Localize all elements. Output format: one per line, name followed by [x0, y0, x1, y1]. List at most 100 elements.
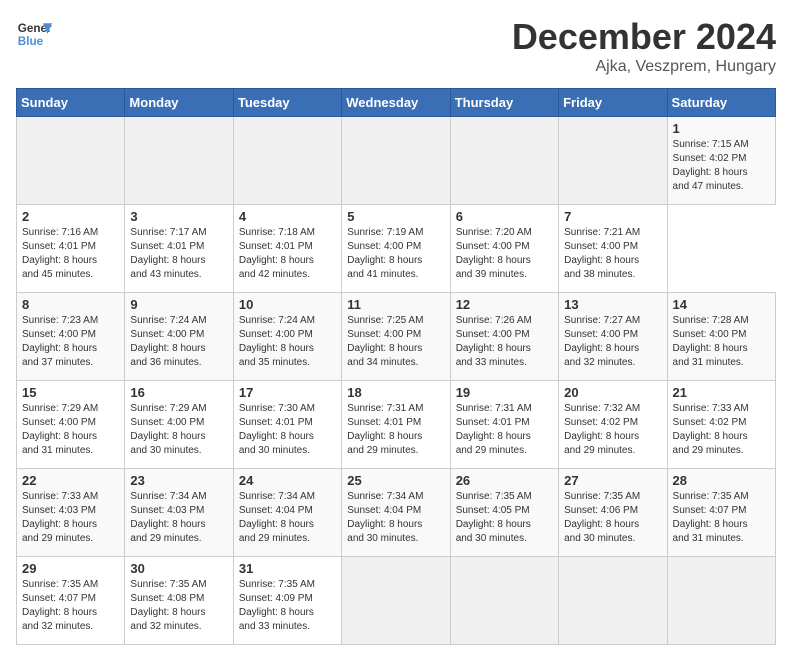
day-number: 5: [347, 209, 444, 224]
empty-cell: [233, 117, 341, 205]
day-info: Sunrise: 7:27 AMSunset: 4:00 PMDaylight:…: [564, 314, 661, 370]
week-row: 1 Sunrise: 7:15 AMSunset: 4:02 PMDaylight…: [17, 117, 776, 205]
day-info: Sunrise: 7:35 AMSunset: 4:07 PMDaylight:…: [22, 578, 119, 634]
day-number: 25: [347, 473, 444, 488]
location-title: Ajka, Veszprem, Hungary: [512, 58, 776, 76]
month-title: December 2024: [512, 16, 776, 58]
day-cell: 11Sunrise: 7:25 AMSunset: 4:00 PMDayligh…: [342, 293, 450, 381]
day-cell: 18 Sunrise: 7:31 AMSunset: 4:01 PMDayligh…: [342, 381, 450, 469]
day-info: Sunrise: 7:24 AMSunset: 4:00 PMDaylight:…: [130, 314, 227, 370]
day-number: 18: [347, 385, 444, 400]
day-cell: 12Sunrise: 7:26 AMSunset: 4:00 PMDayligh…: [450, 293, 558, 381]
day-number: 1: [673, 121, 770, 136]
day-cell: 20Sunrise: 7:32 AMSunset: 4:02 PMDayligh…: [559, 381, 667, 469]
week-row: 15 Sunrise: 7:29 AMSunset: 4:00 PMDayligh…: [17, 381, 776, 469]
empty-cell: [450, 117, 558, 205]
day-cell: 19 Sunrise: 7:31 AMSunset: 4:01 PMDayligh…: [450, 381, 558, 469]
empty-cell: [125, 117, 233, 205]
column-header-sunday: Sunday: [17, 89, 125, 117]
day-cell: 22 Sunrise: 7:33 AMSunset: 4:03 PMDayligh…: [17, 469, 125, 557]
day-cell: 23Sunrise: 7:34 AMSunset: 4:03 PMDayligh…: [125, 469, 233, 557]
day-number: 10: [239, 297, 336, 312]
day-info: Sunrise: 7:34 AMSunset: 4:04 PMDaylight:…: [239, 490, 336, 546]
day-cell: [667, 557, 775, 645]
day-cell: 24 Sunrise: 7:34 AMSunset: 4:04 PMDayligh…: [233, 469, 341, 557]
day-number: 26: [456, 473, 553, 488]
day-cell: 10Sunrise: 7:24 AMSunset: 4:00 PMDayligh…: [233, 293, 341, 381]
day-cell: 21Sunrise: 7:33 AMSunset: 4:02 PMDayligh…: [667, 381, 775, 469]
day-number: 3: [130, 209, 227, 224]
day-info: Sunrise: 7:33 AMSunset: 4:03 PMDaylight:…: [22, 490, 119, 546]
day-number: 29: [22, 561, 119, 576]
day-cell: 29 Sunrise: 7:35 AMSunset: 4:07 PMDayligh…: [17, 557, 125, 645]
day-info: Sunrise: 7:34 AMSunset: 4:04 PMDaylight:…: [347, 490, 444, 546]
day-number: 19: [456, 385, 553, 400]
day-cell: 5 Sunrise: 7:19 AMSunset: 4:00 PMDaylight…: [342, 205, 450, 293]
day-info: Sunrise: 7:18 AMSunset: 4:01 PMDaylight:…: [239, 226, 336, 282]
day-cell: 2Sunrise: 7:16 AMSunset: 4:01 PMDaylight…: [17, 205, 125, 293]
day-cell: 27Sunrise: 7:35 AMSunset: 4:06 PMDayligh…: [559, 469, 667, 557]
week-row: 2Sunrise: 7:16 AMSunset: 4:01 PMDaylight…: [17, 205, 776, 293]
day-cell: 26 Sunrise: 7:35 AMSunset: 4:05 PMDayligh…: [450, 469, 558, 557]
week-row: 29 Sunrise: 7:35 AMSunset: 4:07 PMDayligh…: [17, 557, 776, 645]
day-info: Sunrise: 7:28 AMSunset: 4:00 PMDaylight:…: [673, 314, 770, 370]
day-number: 30: [130, 561, 227, 576]
logo: General Blue: [16, 16, 52, 52]
week-row: 8 Sunrise: 7:23 AMSunset: 4:00 PMDaylight…: [17, 293, 776, 381]
day-number: 15: [22, 385, 119, 400]
column-header-monday: Monday: [125, 89, 233, 117]
day-cell: 14 Sunrise: 7:28 AMSunset: 4:00 PMDayligh…: [667, 293, 775, 381]
day-info: Sunrise: 7:31 AMSunset: 4:01 PMDaylight:…: [456, 402, 553, 458]
day-number: 14: [673, 297, 770, 312]
column-header-friday: Friday: [559, 89, 667, 117]
day-cell: 13 Sunrise: 7:27 AMSunset: 4:00 PMDayligh…: [559, 293, 667, 381]
day-number: 17: [239, 385, 336, 400]
day-number: 28: [673, 473, 770, 488]
day-cell: 1 Sunrise: 7:15 AMSunset: 4:02 PMDaylight…: [667, 117, 775, 205]
day-number: 21: [673, 385, 770, 400]
day-cell: 31Sunrise: 7:35 AMSunset: 4:09 PMDayligh…: [233, 557, 341, 645]
day-cell: [342, 557, 450, 645]
week-row: 22 Sunrise: 7:33 AMSunset: 4:03 PMDayligh…: [17, 469, 776, 557]
day-cell: 3 Sunrise: 7:17 AMSunset: 4:01 PMDaylight…: [125, 205, 233, 293]
day-number: 7: [564, 209, 661, 224]
day-cell: 7 Sunrise: 7:21 AMSunset: 4:00 PMDaylight…: [559, 205, 667, 293]
calendar-table: SundayMondayTuesdayWednesdayThursdayFrid…: [16, 88, 776, 645]
day-number: 22: [22, 473, 119, 488]
column-header-wednesday: Wednesday: [342, 89, 450, 117]
day-info: Sunrise: 7:23 AMSunset: 4:00 PMDaylight:…: [22, 314, 119, 370]
day-number: 4: [239, 209, 336, 224]
day-number: 8: [22, 297, 119, 312]
day-number: 2: [22, 209, 119, 224]
day-info: Sunrise: 7:30 AMSunset: 4:01 PMDaylight:…: [239, 402, 336, 458]
day-info: Sunrise: 7:35 AMSunset: 4:08 PMDaylight:…: [130, 578, 227, 634]
day-number: 16: [130, 385, 227, 400]
day-number: 27: [564, 473, 661, 488]
day-info: Sunrise: 7:31 AMSunset: 4:01 PMDaylight:…: [347, 402, 444, 458]
day-number: 20: [564, 385, 661, 400]
day-info: Sunrise: 7:19 AMSunset: 4:00 PMDaylight:…: [347, 226, 444, 282]
day-info: Sunrise: 7:17 AMSunset: 4:01 PMDaylight:…: [130, 226, 227, 282]
day-cell: 8 Sunrise: 7:23 AMSunset: 4:00 PMDaylight…: [17, 293, 125, 381]
day-cell: 6Sunrise: 7:20 AMSunset: 4:00 PMDaylight…: [450, 205, 558, 293]
day-info: Sunrise: 7:21 AMSunset: 4:00 PMDaylight:…: [564, 226, 661, 282]
column-header-thursday: Thursday: [450, 89, 558, 117]
day-info: Sunrise: 7:34 AMSunset: 4:03 PMDaylight:…: [130, 490, 227, 546]
day-cell: 17 Sunrise: 7:30 AMSunset: 4:01 PMDayligh…: [233, 381, 341, 469]
day-info: Sunrise: 7:15 AMSunset: 4:02 PMDaylight:…: [673, 138, 770, 194]
header-row: SundayMondayTuesdayWednesdayThursdayFrid…: [17, 89, 776, 117]
day-info: Sunrise: 7:35 AMSunset: 4:07 PMDaylight:…: [673, 490, 770, 546]
day-cell: 16 Sunrise: 7:29 AMSunset: 4:00 PMDayligh…: [125, 381, 233, 469]
day-info: Sunrise: 7:35 AMSunset: 4:05 PMDaylight:…: [456, 490, 553, 546]
header: General Blue December 2024 Ajka, Veszpre…: [16, 16, 776, 76]
day-cell: 15 Sunrise: 7:29 AMSunset: 4:00 PMDayligh…: [17, 381, 125, 469]
day-info: Sunrise: 7:29 AMSunset: 4:00 PMDaylight:…: [130, 402, 227, 458]
day-cell: 25 Sunrise: 7:34 AMSunset: 4:04 PMDayligh…: [342, 469, 450, 557]
title-area: December 2024 Ajka, Veszprem, Hungary: [512, 16, 776, 76]
day-number: 24: [239, 473, 336, 488]
day-number: 13: [564, 297, 661, 312]
day-cell: 9Sunrise: 7:24 AMSunset: 4:00 PMDaylight…: [125, 293, 233, 381]
day-info: Sunrise: 7:20 AMSunset: 4:00 PMDaylight:…: [456, 226, 553, 282]
day-info: Sunrise: 7:29 AMSunset: 4:00 PMDaylight:…: [22, 402, 119, 458]
day-cell: [559, 557, 667, 645]
